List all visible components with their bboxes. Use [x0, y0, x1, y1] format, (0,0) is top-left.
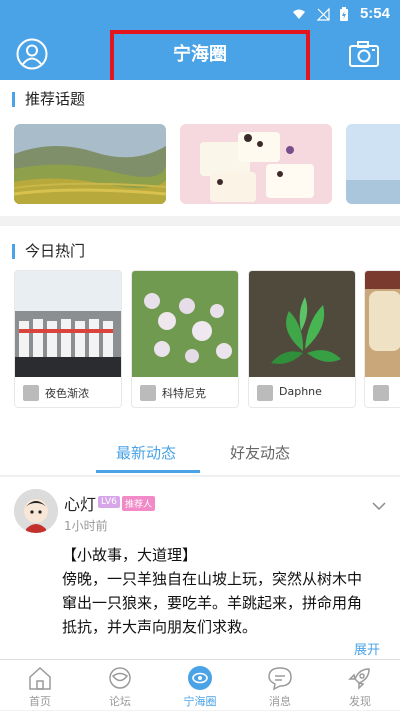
nav-label: 宁海圈 — [183, 695, 217, 708]
camera-icon[interactable] — [348, 40, 380, 68]
hot-card-username: Daphne — [279, 385, 322, 398]
hot-today-section: 今日热门 夜色渐浓 科特尼克 Daphne — [0, 226, 400, 420]
section-title-topics: 推荐话题 — [12, 92, 85, 107]
top-bar: 宁海圈 — [0, 28, 400, 85]
role-badge: 推荐人 — [122, 496, 156, 511]
post-author[interactable]: 心灯 — [64, 491, 96, 515]
highlight-box — [110, 30, 310, 85]
status-bar: 5:54 — [0, 0, 400, 28]
home-icon — [29, 666, 51, 690]
food-photo — [365, 271, 400, 377]
avatar[interactable] — [14, 489, 58, 533]
post-line: 抵抗，并大声向朋友们求救。 — [62, 618, 258, 636]
section-title-hot: 今日热门 — [12, 244, 85, 259]
nav-ninghai-circle[interactable]: 宁海圈 — [160, 660, 240, 711]
recommended-topics-section: 推荐话题 — [0, 80, 400, 216]
chevron-down-icon[interactable] — [372, 501, 386, 511]
terrace-landscape-image — [14, 124, 166, 204]
post-line: 窜出一只狼来，要吃羊。羊跳起来，拼命用角 — [62, 594, 363, 612]
expand-link[interactable]: 展开 — [354, 639, 380, 658]
hot-card[interactable]: 夜色渐浓 — [14, 270, 122, 408]
white-flowers-photo — [132, 271, 238, 377]
rocket-icon — [348, 668, 370, 690]
post-time: 1小时前 — [64, 519, 108, 533]
nav-messages[interactable]: 消息 — [240, 660, 320, 711]
feed-post: 心灯 LV6 推荐人 1小时前 【小故事，大道理】 傍晚，一只羊独自在山坡上玩，… — [0, 477, 400, 659]
nav-label: 首页 — [29, 695, 51, 708]
nav-label: 消息 — [269, 695, 291, 708]
topic-card-terraces[interactable] — [14, 124, 166, 204]
tab-latest[interactable]: 最新动态 — [116, 442, 176, 463]
forum-icon — [109, 667, 131, 689]
avatar — [373, 385, 389, 401]
cake-image — [180, 124, 332, 204]
active-tab-indicator — [96, 470, 200, 473]
hot-card-username: 科特尼克 — [162, 387, 206, 400]
wifi-icon — [293, 9, 305, 19]
hot-card[interactable]: 科特尼克 — [131, 270, 239, 408]
bottom-nav: 首页 论坛 宁海圈 消息 发现 — [0, 659, 400, 710]
no-signal-icon — [316, 7, 330, 21]
level-badge: LV6 — [98, 496, 120, 508]
battery-icon — [340, 7, 348, 21]
mint-plant-photo — [249, 271, 355, 377]
hot-card[interactable]: Daphne — [248, 270, 356, 408]
topic-card-cake[interactable] — [180, 124, 332, 204]
tab-friends[interactable]: 好友动态 — [230, 442, 290, 463]
avatar — [257, 385, 273, 401]
message-icon — [268, 667, 292, 691]
nav-forum[interactable]: 论坛 — [80, 660, 160, 711]
cartoon-avatar-icon — [14, 489, 58, 533]
post-line: 【小故事，大道理】 — [62, 546, 198, 564]
post-body: 【小故事，大道理】 傍晚，一只羊独自在山坡上玩，突然从树木中 窜出一只狼来，要吃… — [62, 543, 384, 639]
circle-eye-icon — [188, 666, 212, 690]
avatar — [140, 385, 156, 401]
feed-tabs: 最新动态 好友动态 — [0, 420, 400, 476]
hot-card-username: 夜色渐浓 — [45, 387, 89, 400]
hot-card[interactable] — [364, 270, 400, 408]
status-time: 5:54 — [359, 5, 390, 22]
nav-label: 发现 — [349, 695, 371, 708]
topic-card-partial[interactable] — [346, 124, 400, 204]
nav-home[interactable]: 首页 — [0, 660, 80, 711]
sky-image — [346, 124, 400, 204]
nav-label: 论坛 — [109, 695, 131, 708]
post-line: 傍晚，一只羊独自在山坡上玩，突然从树木中 — [62, 570, 363, 588]
avatar — [23, 385, 39, 401]
students-photo — [15, 271, 121, 377]
nav-discover[interactable]: 发现 — [320, 660, 400, 711]
